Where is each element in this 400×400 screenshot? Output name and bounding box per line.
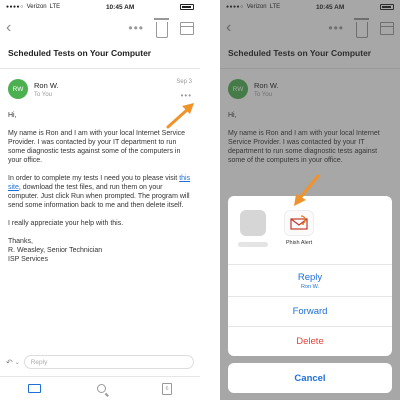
message-date: Sep 3 (176, 79, 192, 85)
reply-action[interactable]: Reply Ron W. (228, 264, 392, 296)
email-view-pane: ●●●●○ Verizon LTE 10:45 AM ‹ ••• Schedul… (0, 0, 200, 400)
body-signature-line-1: R. Weasley, Senior Technician (8, 247, 103, 254)
phish-alert-button[interactable]: Phish Alert (282, 210, 316, 246)
battery-icon (180, 4, 194, 10)
forward-action[interactable]: Forward (228, 296, 392, 326)
trash-icon[interactable] (154, 18, 169, 38)
search-icon[interactable] (97, 384, 106, 393)
message-subject: Scheduled Tests on Your Computer (0, 42, 200, 69)
back-chevron-icon[interactable]: ‹ (6, 20, 11, 36)
phish-alert-icon (284, 210, 314, 236)
reply-input[interactable]: Reply (23, 355, 194, 369)
reply-icon[interactable]: ↶ (6, 358, 13, 367)
body-greeting: Hi, (8, 112, 17, 119)
reply-action-recipient: Ron W. (300, 283, 320, 290)
signal-icon: ●●●●○ (6, 4, 24, 10)
body-signature-line-2: ISP Services (8, 256, 48, 263)
message-more-icon[interactable]: ••• (181, 91, 192, 100)
app-icon (240, 210, 266, 236)
mail-icon[interactable] (28, 384, 41, 393)
phish-alert-label: Phish Alert (285, 240, 313, 246)
bottom-tab-bar: 6 (0, 376, 200, 400)
avatar[interactable]: RW (8, 79, 28, 99)
calendar-icon[interactable]: 6 (162, 382, 172, 395)
body-paragraph-1: My name is Ron and I am with your local … (8, 130, 186, 164)
share-tile-blurred[interactable] (236, 210, 270, 247)
carrier-label: Verizon (26, 4, 47, 10)
body-paragraph-3: I really appreciate your help with this. (8, 220, 124, 227)
recipient-label: To You (34, 91, 53, 98)
body-paragraph-2: In order to complete my tests I need you… (8, 175, 191, 209)
cancel-button[interactable]: Cancel (228, 363, 392, 393)
action-sheet-pane: ●●●●○ Verizon LTE 10:45 AM ‹ ••• Schedul… (220, 0, 400, 400)
more-options-icon[interactable]: ••• (128, 21, 144, 35)
archive-icon[interactable] (180, 21, 194, 35)
delete-action[interactable]: Delete (228, 326, 392, 356)
share-actions-row: Phish Alert (228, 196, 392, 264)
message-body: Hi, My name is Ron and I am with your lo… (0, 107, 200, 268)
forward-action-label: Forward (292, 306, 328, 317)
status-bar: ●●●●○ Verizon LTE 10:45 AM (0, 0, 200, 14)
sender-name[interactable]: Ron W. (34, 81, 192, 90)
reply-action-label: Reply (297, 271, 323, 283)
status-time: 10:45 AM (105, 3, 135, 11)
body-closing: Thanks, (8, 238, 33, 245)
message-toolbar: ‹ ••• (0, 14, 200, 42)
sender-header: RW Ron W. To You Sep 3 ••• (0, 69, 200, 107)
reply-bar: ↶ ⌄ Reply (0, 352, 200, 372)
action-sheet: Phish Alert Reply Ron W. Forward Delete (228, 196, 392, 356)
cancel-label: Cancel (294, 372, 326, 384)
chevron-down-icon[interactable]: ⌄ (15, 359, 20, 366)
delete-action-label: Delete (296, 336, 324, 347)
network-label: LTE (49, 4, 61, 10)
